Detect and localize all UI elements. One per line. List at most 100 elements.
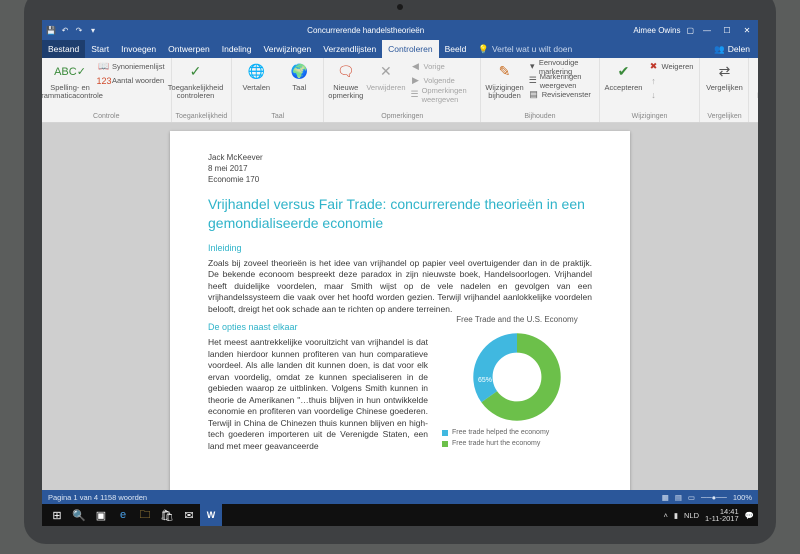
battery-icon[interactable]: ▮	[674, 511, 678, 520]
spelling-button[interactable]: ABC✓ Spelling- en grammaticacontrole	[46, 60, 94, 101]
count-icon: 123	[99, 76, 109, 86]
tray-up-icon[interactable]: ˄	[663, 511, 667, 520]
doc-heading-intro: Inleiding	[208, 242, 592, 254]
chart-title: Free Trade and the U.S. Economy	[442, 315, 592, 326]
ribbon: ABC✓ Spelling- en grammaticacontrole 📖Sy…	[42, 58, 758, 123]
group-comments: 🗨Nieuwe opmerking ✕Verwijderen ◀Vorige ▶…	[324, 58, 481, 122]
accessibility-button[interactable]: ✓ Toegankelijkheid controleren	[176, 60, 216, 101]
task-view-icon[interactable]: ▣	[90, 504, 112, 526]
user-name[interactable]: Aimee Owins	[633, 26, 680, 35]
reject-button[interactable]: ✖Weigeren	[647, 60, 696, 73]
comment-icon: 🗨	[336, 62, 356, 82]
page: Jack McKeever 8 mei 2017 Economie 170 Vr…	[170, 131, 630, 490]
maximize-button[interactable]: ☐	[720, 26, 734, 35]
title-bar: 💾 ↶ ↷ ▾ Concurrerende handelstheorieën A…	[42, 20, 758, 40]
view-read-icon[interactable]: ▦	[662, 493, 669, 502]
word-icon[interactable]: W	[200, 504, 222, 526]
tab-design[interactable]: Ontwerpen	[162, 40, 216, 58]
document-area[interactable]: Jack McKeever 8 mei 2017 Economie 170 Vr…	[42, 123, 758, 490]
tab-home[interactable]: Start	[85, 40, 115, 58]
down-icon: ↓	[649, 90, 659, 100]
keyboard-lang[interactable]: NLD	[684, 511, 699, 520]
status-left[interactable]: Pagina 1 van 4 1158 woorden	[48, 493, 147, 502]
show-icon: ☰	[411, 90, 419, 100]
group-protect: 🔒Auteurs blokkeren 🛡Bewerking beperken B…	[749, 58, 758, 122]
tab-references[interactable]: Verwijzingen	[258, 40, 318, 58]
legend-swatch-helped	[442, 430, 448, 436]
thesaurus-button[interactable]: 📖Synoniemenlijst	[97, 60, 167, 73]
tab-view[interactable]: Beeld	[439, 40, 473, 58]
ribbon-options-icon[interactable]: ▢	[686, 26, 694, 35]
doc-heading-options: De opties naast elkaar	[208, 321, 428, 333]
tell-me[interactable]: 💡Vertel wat u wilt doen	[478, 44, 572, 55]
clock[interactable]: 14:41 1-11-2017	[705, 508, 739, 523]
compare-icon: ⇄	[714, 62, 734, 82]
group-changes: ✔Accepteren ✖Weigeren ↑ ↓ Wijzigingen	[600, 58, 701, 122]
windows-taskbar: ⊞ 🔍 ▣ e 🗀 🛍 ✉ W ˄ ▮ NLD 14:41 1-11-2017 …	[42, 504, 758, 526]
legend-swatch-hurt	[442, 441, 448, 447]
search-icon[interactable]: 🔍	[68, 504, 90, 526]
share-button[interactable]: 👥Delen	[706, 44, 758, 55]
globe-icon: 🌍	[289, 62, 309, 82]
delete-comment-button[interactable]: ✕Verwijderen	[366, 60, 405, 92]
minimize-button[interactable]: —	[700, 26, 714, 35]
show-comments-button[interactable]: ☰Opmerkingen weergeven	[409, 88, 477, 101]
reviewing-pane-button[interactable]: ▤Revisievenster	[527, 88, 595, 101]
prev-comment-button[interactable]: ◀Vorige	[409, 60, 477, 73]
up-icon: ↑	[649, 76, 659, 86]
tab-insert[interactable]: Invoegen	[115, 40, 162, 58]
save-icon[interactable]: 💾	[46, 25, 56, 35]
redo-icon[interactable]: ↷	[74, 25, 84, 35]
tab-mailings[interactable]: Verzendlijsten	[317, 40, 382, 58]
next-change-button[interactable]: ↓	[647, 88, 696, 101]
accessibility-icon: ✓	[186, 62, 206, 82]
prev-change-button[interactable]: ↑	[647, 74, 696, 87]
course-line: Economie 170	[208, 175, 592, 186]
action-center-icon[interactable]: 💬	[745, 511, 754, 520]
chart-legend: Free trade helped the economy Free trade…	[442, 428, 592, 449]
embedded-chart: Free Trade and the U.S. Economy 35% 65%	[442, 315, 592, 452]
tab-layout[interactable]: Indeling	[216, 40, 258, 58]
view-web-icon[interactable]: ▭	[688, 493, 695, 502]
explorer-icon[interactable]: 🗀	[134, 504, 156, 526]
show-markup-button[interactable]: ☰Markeringen weergeven	[527, 74, 595, 87]
language-button[interactable]: 🌍Taal	[279, 60, 319, 92]
group-proofing: ABC✓ Spelling- en grammaticacontrole 📖Sy…	[42, 58, 172, 122]
accept-button[interactable]: ✔Accepteren	[604, 60, 644, 92]
track-changes-button[interactable]: ✎Wijzigingen bijhouden	[485, 60, 523, 101]
start-button[interactable]: ⊞	[46, 504, 68, 526]
new-comment-button[interactable]: 🗨Nieuwe opmerking	[328, 60, 363, 101]
bulb-icon: 💡	[478, 44, 489, 55]
translate-button[interactable]: 🌐Vertalen	[236, 60, 276, 92]
mail-icon[interactable]: ✉	[178, 504, 200, 526]
window-title: Concurrerende handelstheorieën	[98, 26, 633, 35]
compare-button[interactable]: ⇄Vergelijken	[704, 60, 744, 92]
tab-review[interactable]: Controleren	[382, 40, 438, 58]
close-button[interactable]: ✕	[740, 26, 754, 35]
chart-label-helped: 35%	[556, 352, 570, 361]
translate-icon: 🌐	[246, 62, 266, 82]
tab-file[interactable]: Bestand	[42, 40, 85, 58]
word-count-button[interactable]: 123Aantal woorden	[97, 74, 167, 87]
reject-icon: ✖	[649, 62, 659, 72]
group-compare: ⇄Vergelijken Vergelijken	[700, 58, 749, 122]
book-icon: 📖	[99, 62, 109, 72]
edge-icon[interactable]: e	[112, 504, 134, 526]
doc-meta: Jack McKeever 8 mei 2017 Economie 170	[208, 153, 592, 185]
list-icon: ☰	[529, 76, 537, 86]
next-icon: ▶	[411, 76, 421, 86]
camera-dot	[397, 4, 403, 10]
doc-para-2: Het meest aantrekkelijke vooruitzicht va…	[208, 337, 428, 452]
view-print-icon[interactable]: ▤	[675, 493, 682, 502]
doc-para-1: Zoals bij zoveel theorieën is het idee v…	[208, 258, 592, 315]
zoom-value[interactable]: 100%	[733, 493, 752, 502]
block-authors-button[interactable]: 🔒Auteurs blokkeren	[753, 60, 758, 101]
doc-title: Vrijhandel versus Fair Trade: concurrere…	[208, 195, 592, 231]
store-icon[interactable]: 🛍	[156, 504, 178, 526]
undo-icon[interactable]: ↶	[60, 25, 70, 35]
zoom-slider[interactable]: ──●──	[701, 493, 727, 502]
tablet-frame: 💾 ↶ ↷ ▾ Concurrerende handelstheorieën A…	[24, 0, 776, 544]
accept-icon: ✔	[614, 62, 634, 82]
pencil-icon: ✎	[495, 62, 515, 82]
qat-dropdown-icon[interactable]: ▾	[88, 25, 98, 35]
